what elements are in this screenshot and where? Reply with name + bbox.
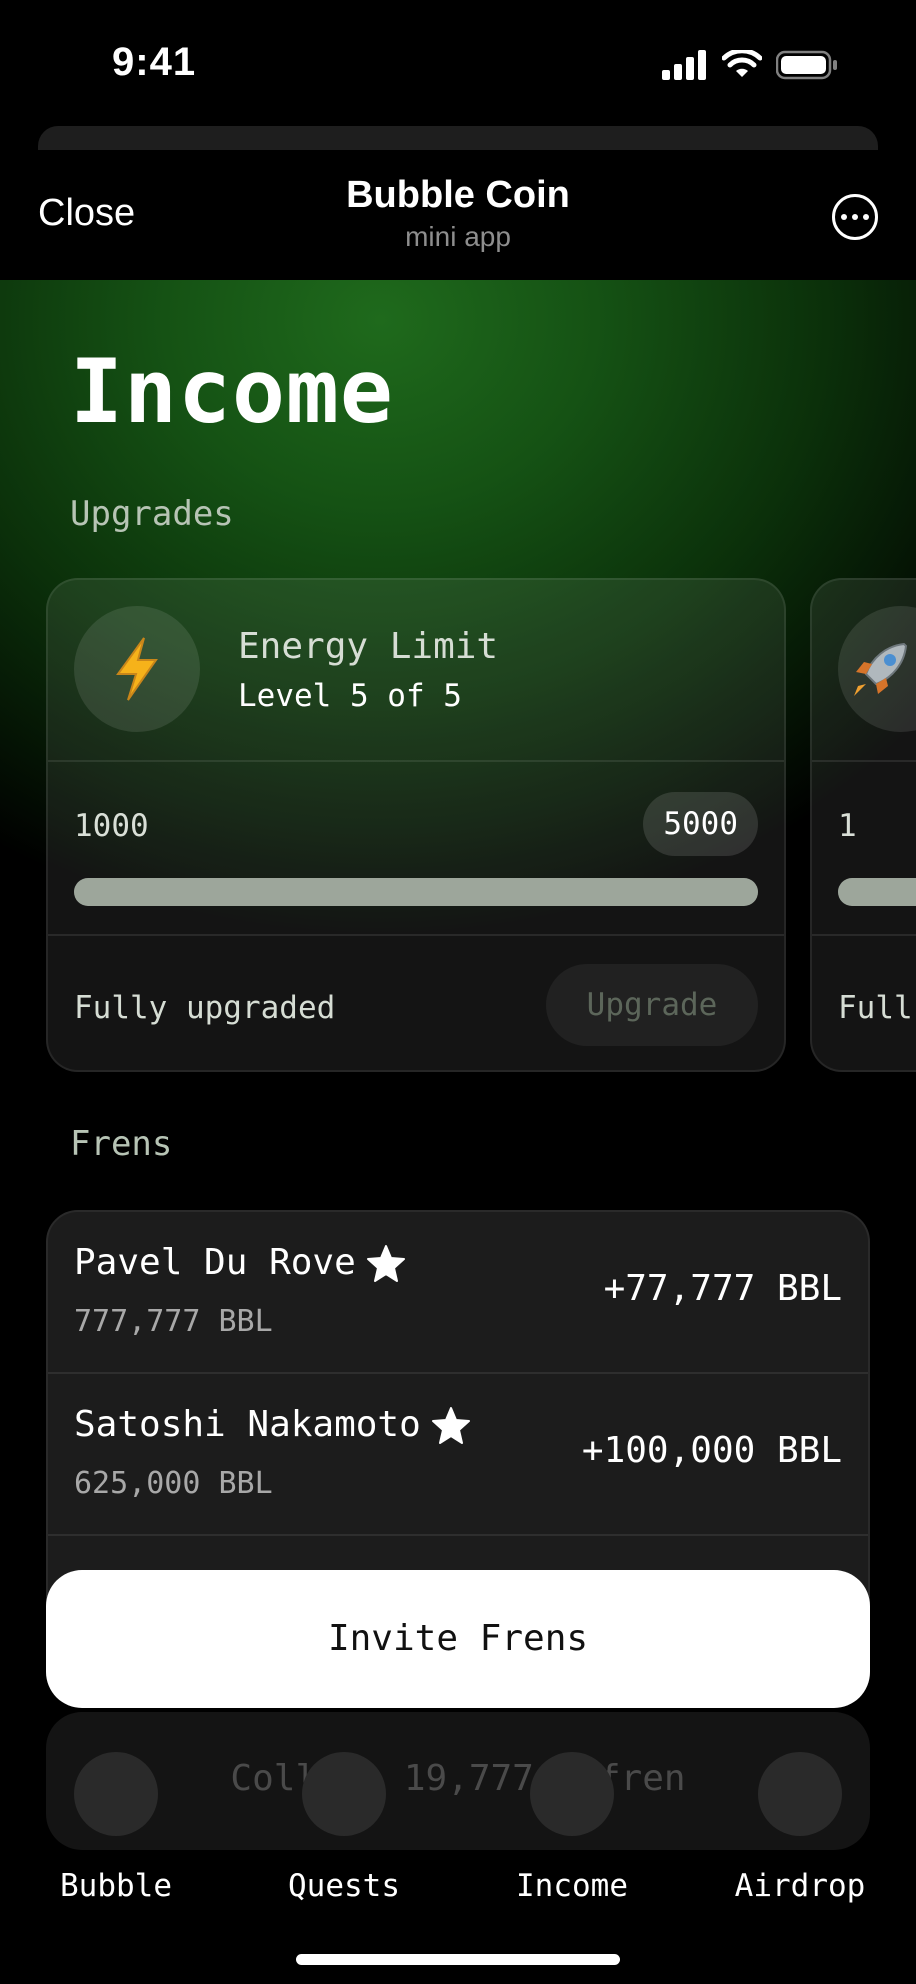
upgrade-progress-bar (74, 878, 758, 906)
upgrade-progress-fill (74, 878, 758, 906)
upgrade-status: Full (838, 990, 913, 1026)
star-icon (366, 1244, 405, 1282)
upgrades-section-label: Upgrades (70, 494, 234, 534)
fren-balance: 777,777 BBL (74, 1304, 273, 1339)
upgrade-progress-fill (838, 878, 916, 906)
header-title-block: Bubble Coin mini app (0, 174, 916, 253)
battery-icon (776, 50, 837, 80)
star-icon (431, 1406, 470, 1444)
upgrade-from-value: 1000 (74, 808, 149, 844)
rocket-icon (854, 642, 908, 696)
wifi-icon (722, 50, 762, 77)
fren-name: Pavel Du Rove (74, 1242, 356, 1283)
divider (48, 760, 784, 762)
upgrade-name: Energy Limit (238, 626, 499, 667)
upgrade-card-2[interactable]: 1 Full (810, 578, 916, 1072)
invite-frens-button[interactable]: Invite Frens (46, 1570, 870, 1708)
upgrade-icon-wrap (74, 606, 200, 732)
app-subtitle: mini app (405, 221, 511, 252)
status-time: 9:41 (112, 40, 197, 84)
nav-item-airdrop[interactable]: Airdrop (720, 1868, 880, 1904)
page-title: Income (70, 340, 394, 443)
upgrade-icon-wrap (838, 606, 916, 732)
nav-item-income[interactable]: Income (492, 1868, 652, 1904)
fren-balance: 625,000 BBL (74, 1466, 273, 1501)
upgrade-to-value: 5000 (643, 792, 758, 856)
upgrade-progress-bar (838, 878, 916, 906)
more-options-icon[interactable] (832, 194, 878, 240)
lightning-icon (116, 637, 158, 701)
upgrade-status: Fully upgraded (74, 990, 336, 1026)
signal-icon (662, 50, 706, 80)
fren-name-row: Pavel Du Rove (74, 1242, 406, 1283)
bottom-nav: Collect 19,777 , fren (46, 1712, 870, 1850)
collect-reward-text: Collect 19,777 , fren (230, 1758, 686, 1799)
fren-name: Satoshi Nakamoto (74, 1404, 421, 1445)
list-item[interactable]: Pavel Du Rove 777,777 BBL +77,777 BBL (48, 1212, 868, 1374)
nav-quests-icon[interactable] (302, 1752, 386, 1836)
upgrade-from-value: 1 (838, 808, 857, 844)
nav-item-quests[interactable]: Quests (264, 1868, 424, 1904)
sheet-handle (38, 126, 878, 150)
nav-bubble-icon[interactable] (74, 1752, 158, 1836)
nav-item-bubble[interactable]: Bubble (36, 1868, 196, 1904)
status-bar: 9:41 (0, 0, 916, 130)
divider (48, 934, 784, 936)
fren-reward: +100,000 BBL (581, 1430, 842, 1471)
upgrade-card-energy-limit[interactable]: Energy Limit Level 5 of 5 1000 5000 Full… (46, 578, 786, 1072)
upgrade-button[interactable]: Upgrade (546, 964, 758, 1046)
list-item[interactable]: Satoshi Nakamoto 625,000 BBL +100,000 BB… (48, 1374, 868, 1536)
nav-income-icon[interactable] (530, 1752, 614, 1836)
app-title: Bubble Coin (346, 174, 570, 216)
upgrade-level: Level 5 of 5 (238, 678, 462, 714)
nav-airdrop-icon[interactable] (758, 1752, 842, 1836)
frens-section-label: Frens (70, 1124, 173, 1164)
status-icons (662, 50, 838, 80)
mini-app-header: Close Bubble Coin mini app (0, 150, 916, 280)
home-indicator (296, 1954, 620, 1965)
divider (812, 760, 916, 762)
fren-reward: +77,777 BBL (603, 1268, 842, 1309)
divider (812, 934, 916, 936)
fren-name-row: Satoshi Nakamoto (74, 1404, 471, 1445)
